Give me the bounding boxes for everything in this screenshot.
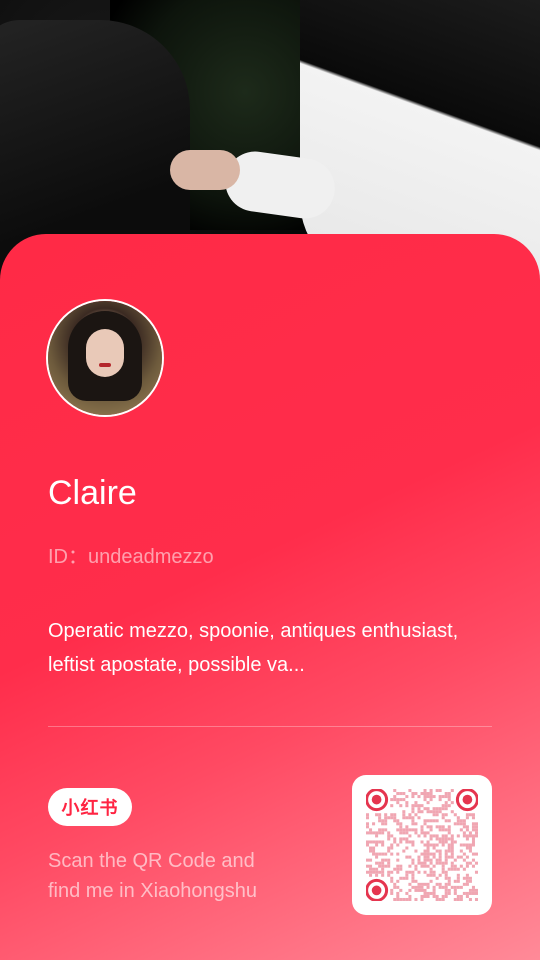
avatar-face [86,329,124,377]
profile-name: Claire [48,474,137,512]
qr-finder-marker [366,789,389,812]
qr-finder-marker [366,878,389,901]
qr-code-pattern [366,789,478,901]
avatar[interactable] [48,301,162,415]
qr-finder-marker [455,789,478,812]
cover-hands [170,150,240,190]
xiaohongshu-logo: 小红书 [48,788,132,826]
divider [48,726,492,727]
profile-bio: Operatic mezzo, spoonie, antiques enthus… [48,620,459,676]
scan-line-1: Scan the QR Code and [48,850,255,872]
profile-id: ID：undeadmezzo [48,546,214,568]
qr-code[interactable] [352,775,492,915]
scan-instructions: Scan the QR Code and find me in Xiaohong… [48,846,338,906]
avatar-lips [99,363,111,367]
scan-line-2: find me in Xiaohongshu [48,880,258,902]
